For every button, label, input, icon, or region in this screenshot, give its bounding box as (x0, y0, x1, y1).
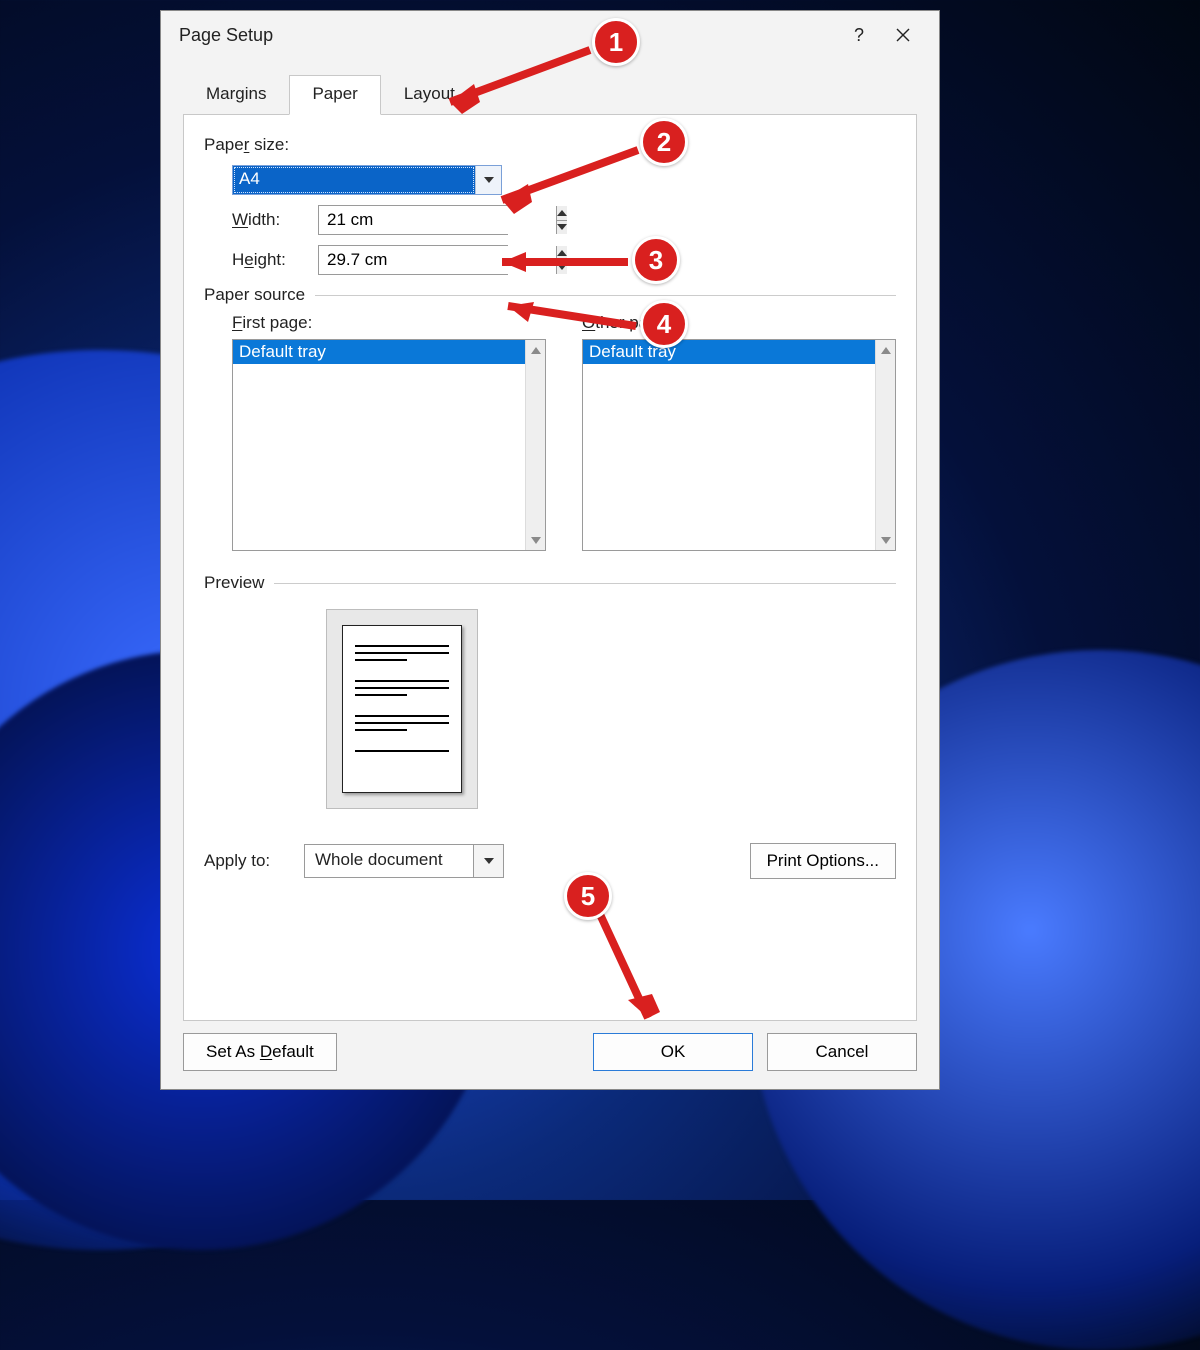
tabs: Margins Paper Layout (183, 75, 917, 115)
other-pages-label: Other pages: (582, 313, 896, 333)
set-as-default-button[interactable]: Set As Default (183, 1033, 337, 1071)
scrollbar[interactable] (875, 340, 895, 550)
chevron-down-icon[interactable] (473, 845, 503, 877)
tab-margins[interactable]: Margins (183, 75, 289, 115)
other-pages-listbox[interactable]: Default tray (582, 339, 896, 551)
height-up[interactable] (557, 246, 567, 260)
dialog-footer: Set As Default OK Cancel (161, 1021, 939, 1089)
page-setup-dialog: Page Setup ? Margins Paper Layout Paper … (160, 10, 940, 1090)
first-page-label: First page: (232, 313, 546, 333)
width-label: Width: (232, 210, 304, 230)
tab-paper[interactable]: Paper (289, 75, 380, 115)
paper-pane: Paper size: A4 Width: (183, 115, 917, 1021)
paper-size-value: A4 (233, 166, 475, 194)
list-item[interactable]: Default tray (233, 340, 525, 364)
chevron-down-icon[interactable] (475, 166, 501, 194)
scrollbar[interactable] (525, 340, 545, 550)
list-item[interactable]: Default tray (583, 340, 875, 364)
ok-button[interactable]: OK (593, 1033, 753, 1071)
apply-to-value: Whole document (305, 845, 473, 877)
cancel-button[interactable]: Cancel (767, 1033, 917, 1071)
preview-thumbnail (326, 609, 478, 809)
height-down[interactable] (557, 260, 567, 275)
scroll-up-icon[interactable] (526, 340, 545, 360)
height-spinner[interactable] (318, 245, 508, 275)
preview-page-icon (342, 625, 462, 793)
apply-to-select[interactable]: Whole document (304, 844, 504, 878)
scroll-up-icon[interactable] (876, 340, 895, 360)
paper-size-select[interactable]: A4 (232, 165, 502, 195)
scroll-down-icon[interactable] (526, 530, 545, 550)
paper-source-label: Paper source (204, 285, 305, 305)
close-button[interactable] (881, 17, 925, 53)
tab-layout[interactable]: Layout (381, 75, 478, 115)
apply-to-label: Apply to: (204, 851, 304, 871)
width-up[interactable] (557, 206, 567, 220)
paper-size-label: Paper size: (204, 135, 896, 155)
scroll-down-icon[interactable] (876, 530, 895, 550)
height-field[interactable] (319, 246, 556, 274)
dialog-title: Page Setup (179, 25, 837, 46)
help-button[interactable]: ? (837, 17, 881, 53)
print-options-button[interactable]: Print Options... (750, 843, 896, 879)
width-field[interactable] (319, 206, 556, 234)
titlebar: Page Setup ? (161, 11, 939, 59)
first-page-listbox[interactable]: Default tray (232, 339, 546, 551)
preview-label: Preview (204, 573, 264, 593)
height-label: Height: (232, 250, 304, 270)
width-spinner[interactable] (318, 205, 508, 235)
width-down[interactable] (557, 220, 567, 235)
